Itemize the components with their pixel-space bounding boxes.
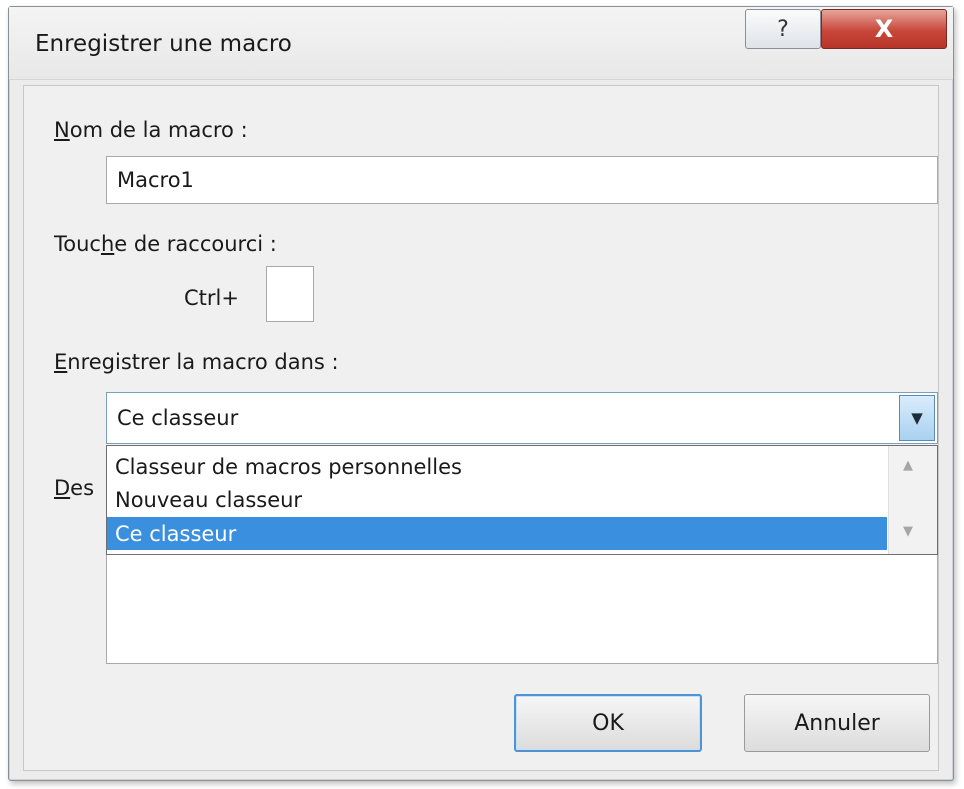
help-icon: ?: [777, 16, 789, 42]
close-icon: X: [874, 15, 894, 43]
description-label: Des: [54, 476, 94, 500]
shortcut-label: Touche de raccourci :: [54, 232, 277, 256]
shortcut-label-pre: Touc: [54, 232, 101, 256]
macro-name-input[interactable]: Macro1: [106, 156, 938, 204]
store-in-label: Enregistrer la macro dans :: [54, 350, 339, 374]
store-in-label-text: nregistrer la macro dans :: [67, 350, 339, 374]
store-in-combobox[interactable]: Ce classeur ▼: [106, 392, 938, 444]
ctrl-prefix: Ctrl+: [184, 286, 239, 310]
store-in-label-accel: E: [54, 350, 68, 374]
dropdown-option-this-workbook[interactable]: Ce classeur: [107, 517, 887, 550]
close-button[interactable]: X: [821, 9, 947, 49]
dropdown-scrollbar[interactable]: ▲ ▼: [888, 446, 937, 554]
shortcut-label-accel: h: [100, 232, 115, 256]
ok-button[interactable]: OK: [514, 694, 702, 752]
dropdown-option-personal[interactable]: Classeur de macros personnelles: [107, 450, 887, 483]
description-label-text: es: [70, 476, 95, 500]
macro-name-label-accel: N: [54, 118, 70, 142]
macro-name-value: Macro1: [117, 168, 194, 192]
combo-dropdown-button[interactable]: ▼: [899, 395, 935, 441]
help-button[interactable]: ?: [745, 9, 821, 49]
chevron-down-icon: ▼: [911, 409, 923, 427]
description-label-accel: D: [54, 476, 71, 500]
macro-name-label: Nom de la macro :: [54, 118, 248, 142]
store-in-selected-value: Ce classeur: [117, 406, 239, 430]
shortcut-key-input[interactable]: [266, 266, 314, 322]
store-in-dropdown-list[interactable]: Classeur de macros personnelles Nouveau …: [106, 445, 938, 555]
macro-name-label-text: om de la macro :: [69, 118, 248, 142]
dialog-title: Enregistrer une macro: [35, 31, 292, 57]
triangle-up-icon[interactable]: ▲: [903, 458, 913, 473]
dialog-body: Nom de la macro : Macro1 Touche de racco…: [23, 85, 939, 771]
triangle-down-icon[interactable]: ▼: [903, 524, 913, 539]
dropdown-option-new-workbook[interactable]: Nouveau classeur: [107, 483, 887, 516]
title-bar[interactable]: Enregistrer une macro ? X: [9, 7, 953, 80]
cancel-button[interactable]: Annuler: [744, 694, 930, 752]
macro-dialog: Enregistrer une macro ? X Nom de la macr…: [8, 6, 954, 781]
shortcut-label-text: e de raccourci :: [114, 232, 277, 256]
